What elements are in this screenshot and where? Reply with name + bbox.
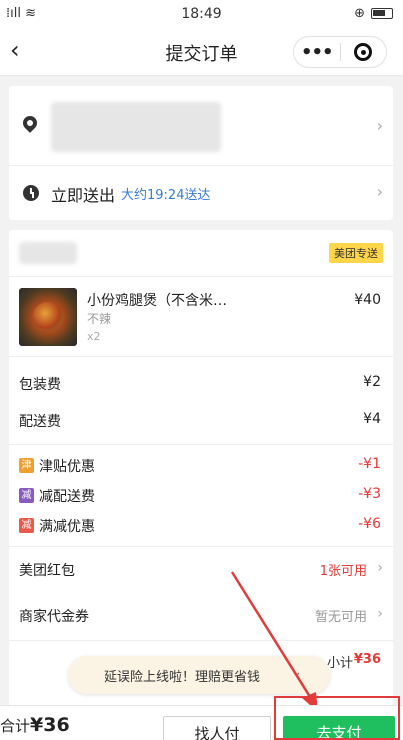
item-qty: x2 [87, 330, 101, 343]
chevron-right-icon: › [376, 182, 383, 201]
status-bar: ⁞ıll ≋ 18:49 ⊕ [0, 0, 403, 28]
discount-row: 减 减配送费 -¥3 [9, 486, 393, 508]
discount-label: 津贴优惠 [39, 459, 95, 475]
chevron-right-icon: › [376, 116, 383, 135]
subsidy-icon: 津 [19, 458, 34, 473]
food-image [19, 288, 77, 346]
status-time: 18:49 [181, 6, 222, 22]
battery-icon [371, 8, 393, 19]
discount-label: 减配送费 [39, 489, 95, 505]
miniapp-capsule: ••• [293, 36, 387, 68]
pay-highlight-box [274, 696, 400, 740]
fee-row-delivery: 配送费 ¥4 [9, 411, 393, 433]
red-packet-row[interactable]: 美团红包 1张可用 › [9, 548, 393, 592]
fee-label: 配送费 [19, 414, 61, 430]
ask-friend-pay-button[interactable]: 找人付 [163, 716, 271, 740]
nav-bar: ‹ 提交订单 ••• [0, 28, 403, 76]
total-price: 合计¥36 [0, 714, 70, 736]
discount-row: 津 津贴优惠 -¥1 [9, 456, 393, 478]
toast-text: 延误险上线啦！理赔更省钱 [104, 670, 261, 685]
item-spec: 不辣 [87, 312, 112, 326]
address-row[interactable]: › [9, 86, 393, 166]
discount-value: -¥3 [358, 486, 381, 502]
eta-text: 大约19:24送达 [121, 188, 211, 203]
discount-value: -¥1 [358, 456, 381, 472]
item-price: ¥40 [354, 292, 381, 308]
item-name: 小份鸡腿煲（不含米… [87, 293, 227, 309]
discount-value: -¥6 [358, 516, 381, 532]
option-value: 暂无可用 [314, 610, 367, 625]
divider [9, 356, 393, 357]
divider [9, 546, 393, 547]
fee-label: 包装费 [19, 377, 61, 393]
target-circle-icon [354, 43, 373, 61]
total-label: 合计 [0, 717, 31, 735]
more-options-button[interactable]: ••• [294, 42, 340, 63]
meituan-delivery-badge: 美团专送 [329, 243, 383, 263]
chevron-down-icon: ⌄ [291, 665, 302, 680]
subtotal-amount: ¥36 [353, 652, 381, 667]
voucher-row[interactable]: 商家代金券 暂无可用 › [9, 594, 393, 638]
deliver-now-label: 立即送出 [51, 186, 116, 205]
shop-name-redacted [19, 242, 77, 264]
location-pin-icon [20, 113, 40, 133]
order-card: 美团专送 小份鸡腿煲（不含米… 不辣 x2 ¥40 包装费 ¥2 配送费 ¥4 … [9, 230, 393, 730]
discount-row: 减 满减优惠 -¥6 [9, 516, 393, 538]
divider [9, 276, 393, 277]
fee-value: ¥4 [363, 411, 381, 427]
divider [9, 444, 393, 445]
discount-label: 满减优惠 [39, 519, 95, 535]
chevron-right-icon: › [377, 560, 383, 576]
delivery-time-row[interactable]: 立即送出 大约19:24送达 › [9, 166, 393, 220]
alarm-icon: ⊕ [354, 6, 365, 21]
option-value: 1张可用 [319, 564, 367, 579]
close-miniapp-button[interactable] [340, 43, 386, 61]
fee-value: ¥2 [363, 374, 381, 390]
address-card: › 立即送出 大约19:24送达 › [9, 86, 393, 220]
divider [9, 640, 393, 641]
address-redacted [51, 102, 221, 152]
clock-icon [23, 185, 39, 201]
option-label: 美团红包 [19, 563, 75, 579]
total-amount: ¥36 [30, 714, 70, 736]
reduce-icon: 减 [19, 488, 34, 503]
insurance-toast[interactable]: 延误险上线啦！理赔更省钱 ⌄ [68, 656, 330, 694]
subtotal-label: 小计 [326, 656, 353, 671]
chevron-right-icon: › [377, 606, 383, 622]
fee-row-packaging: 包装费 ¥2 [9, 374, 393, 396]
option-label: 商家代金券 [19, 609, 89, 625]
reduce-icon: 减 [19, 518, 34, 533]
